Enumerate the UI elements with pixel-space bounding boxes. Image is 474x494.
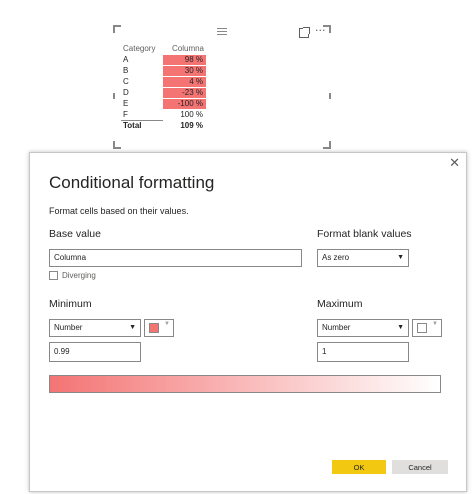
maximum-type-selected: Number <box>322 323 351 332</box>
chevron-down-icon: ▼ <box>129 324 136 331</box>
minimum-label: Minimum <box>49 298 92 310</box>
minimum-color-picker[interactable]: ▼ <box>144 319 174 337</box>
minimum-type-dropdown[interactable]: Number ▼ <box>49 319 141 337</box>
table-row[interactable]: D -23 % <box>121 87 206 99</box>
column-header-category[interactable]: Category <box>121 43 163 55</box>
table-visual[interactable]: ··· Category Columna A 98 % B 30 % C 4 % D -23 … <box>113 25 331 149</box>
focus-mode-icon[interactable] <box>299 27 310 38</box>
resize-handle-left[interactable] <box>113 93 115 99</box>
table-row[interactable]: F 100 % <box>121 109 206 121</box>
maximum-color-picker[interactable]: ▼ <box>412 319 442 337</box>
total-value: 109 % <box>163 120 206 132</box>
minimum-color-swatch <box>149 323 159 333</box>
base-value-text: Columna <box>54 253 87 262</box>
value-cell: 30 % <box>163 65 206 77</box>
chevron-down-icon: ▼ <box>397 324 404 331</box>
value-cell: -100 % <box>163 98 206 110</box>
resize-handle-right[interactable] <box>329 93 331 99</box>
total-row: Total 109 % <box>121 120 206 132</box>
color-scale-preview <box>49 375 441 393</box>
value-cell: 4 % <box>163 76 206 88</box>
value-cell: 100 % <box>163 109 206 121</box>
table-row[interactable]: C 4 % <box>121 76 206 88</box>
category-cell: F <box>123 109 128 119</box>
table-row[interactable]: A 98 % <box>121 55 206 66</box>
value-cell: 98 % <box>163 55 206 66</box>
minimum-value-text: 0.99 <box>54 347 70 356</box>
value-cell: -23 % <box>163 87 206 99</box>
maximum-value-input[interactable]: 1 <box>317 342 409 362</box>
category-cell: A <box>123 55 129 65</box>
drag-grip-icon[interactable] <box>217 28 227 35</box>
diverging-label: Diverging <box>62 271 96 280</box>
close-icon[interactable]: ✕ <box>449 155 460 171</box>
maximum-value-text: 1 <box>322 347 327 356</box>
resize-handle-bottom-left[interactable] <box>113 141 121 149</box>
diverging-checkbox[interactable] <box>49 271 58 280</box>
more-options-icon[interactable]: ··· <box>315 25 326 37</box>
chevron-down-icon: ▼ <box>397 254 404 261</box>
ok-button[interactable]: OK <box>332 460 386 474</box>
total-label: Total <box>121 120 163 132</box>
table-row[interactable]: E -100 % <box>121 98 206 110</box>
category-cell: D <box>123 88 129 97</box>
resize-handle-bottom-right[interactable] <box>323 141 331 149</box>
blank-values-dropdown[interactable]: As zero ▼ <box>317 249 409 267</box>
blank-values-selected: As zero <box>322 253 350 262</box>
table-row[interactable]: B 30 % <box>121 65 206 77</box>
maximum-color-swatch <box>417 323 427 333</box>
minimum-type-selected: Number <box>54 323 83 332</box>
base-value-label: Base value <box>49 228 101 240</box>
maximum-label: Maximum <box>317 298 363 310</box>
base-value-field[interactable]: Columna <box>49 249 302 267</box>
cancel-button[interactable]: Cancel <box>392 460 448 474</box>
category-cell: C <box>123 77 129 86</box>
data-table: Category Columna A 98 % B 30 % C 4 % D -23 % E -1… <box>121 43 206 132</box>
conditional-formatting-dialog: ✕ Conditional formatting Format cells ba… <box>29 152 467 492</box>
resize-handle-top-left[interactable] <box>113 25 121 33</box>
category-cell: E <box>123 99 129 108</box>
caret-down-icon: ▼ <box>432 321 438 327</box>
dialog-subtitle: Format cells based on their values. <box>49 206 189 216</box>
diverging-option[interactable]: Diverging <box>49 271 96 280</box>
maximum-type-dropdown[interactable]: Number ▼ <box>317 319 409 337</box>
column-header-columna[interactable]: Columna <box>163 43 206 55</box>
caret-down-icon: ▼ <box>164 321 170 327</box>
category-cell: B <box>123 66 129 75</box>
dialog-title: Conditional formatting <box>49 173 215 192</box>
blank-values-label: Format blank values <box>317 228 412 240</box>
minimum-value-input[interactable]: 0.99 <box>49 342 141 362</box>
